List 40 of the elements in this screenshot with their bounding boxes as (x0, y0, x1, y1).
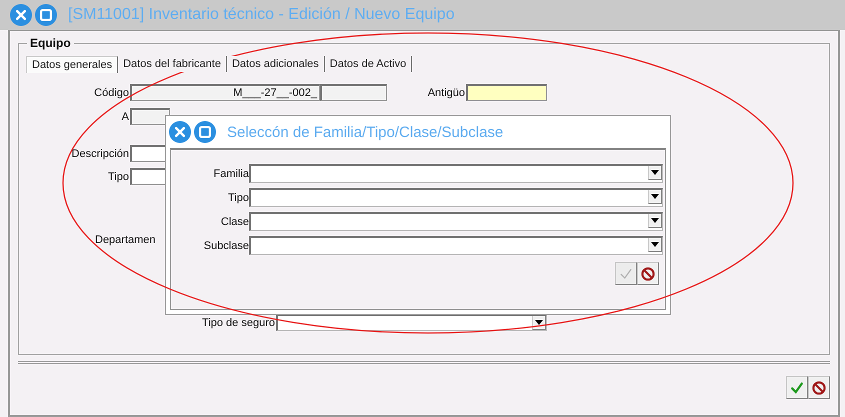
dropdown-field[interactable] (249, 212, 663, 231)
field-label: Familia (212, 168, 249, 180)
field-label: Código (93, 86, 130, 98)
maximize-icon[interactable] (35, 4, 57, 26)
tab[interactable]: Datos adicionales (226, 56, 325, 72)
maximize-icon[interactable] (194, 121, 216, 143)
field-label: Subclase (202, 240, 249, 252)
dropdown-field[interactable] (249, 164, 663, 183)
accept-button[interactable] (786, 376, 808, 399)
field-label: A (120, 110, 130, 122)
field-label: Descripción (70, 148, 130, 160)
dropdown-arrow-icon[interactable] (651, 170, 659, 175)
field-label: Departamen (95, 234, 157, 246)
dialog-title: Seleccón de Familia/Tipo/Clase/Subclase (227, 124, 504, 140)
close-icon[interactable] (169, 121, 191, 143)
dropdown-arrow-icon[interactable] (535, 320, 543, 325)
dropdown-arrow-icon[interactable] (651, 194, 659, 199)
dropdown-field[interactable] (276, 314, 547, 331)
field-label: Tipo (107, 170, 130, 182)
text-field[interactable] (320, 84, 387, 101)
field-label: Tipo (227, 192, 249, 204)
dropdown-arrow-icon[interactable] (651, 218, 659, 223)
cancel-button[interactable] (808, 376, 830, 399)
close-icon[interactable] (10, 4, 32, 26)
text-field[interactable] (130, 108, 170, 125)
check-icon[interactable] (789, 380, 805, 396)
tab[interactable]: Datos generales (26, 56, 118, 72)
dropdown-arrow-icon[interactable] (651, 242, 659, 247)
cancel-button[interactable] (637, 262, 659, 285)
field-label: Clase (220, 216, 249, 228)
dropdown-field[interactable] (249, 236, 663, 255)
text-field[interactable] (466, 84, 547, 101)
window-title: [SM11001] Inventario técnico - Edición / Nuevo Equipo (68, 6, 455, 24)
text-field[interactable]: M___-27__-002_ (130, 84, 320, 101)
group-title: Equipo (27, 36, 74, 50)
prohibited-icon[interactable] (811, 380, 827, 396)
dropdown-field[interactable] (249, 188, 663, 207)
field-label: Tipo de seguro (201, 316, 276, 328)
prohibited-icon[interactable] (640, 266, 656, 282)
field-label: Antigüo (426, 86, 466, 98)
